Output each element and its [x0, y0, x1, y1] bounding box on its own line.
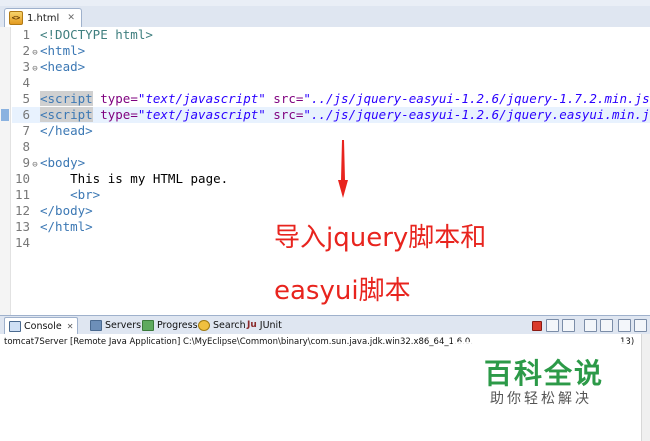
annotation-text-line2: easyui脚本: [274, 276, 411, 306]
line-number: 9: [22, 155, 30, 170]
annotation-arrow: [338, 140, 348, 198]
code-text: <html>: [40, 43, 86, 58]
tab-junit[interactable]: Ju JUnit: [247, 317, 282, 333]
editor-tab-label: 1.html: [27, 12, 60, 24]
code-text: "text/javascript": [137, 107, 266, 122]
pin-console-button[interactable]: [634, 319, 647, 332]
tab-console-label: Console: [24, 320, 62, 332]
code-text: <script: [40, 107, 93, 122]
code-line[interactable]: 10 This is my HTML page.: [12, 171, 650, 187]
console-process-label: tomcat7Server [Remote Java Application] …: [4, 337, 473, 347]
close-icon[interactable]: ✕: [67, 13, 75, 23]
search-icon: [198, 319, 210, 331]
line-number: 13: [14, 219, 30, 234]
occurrence-marker: [1, 109, 9, 121]
code-text: <script: [40, 91, 93, 106]
code-text: type=: [92, 91, 138, 106]
code-line[interactable]: 2 ⊖ <html>: [12, 43, 650, 59]
progress-icon: [142, 319, 154, 331]
html-file-icon: <>: [9, 11, 23, 25]
scroll-lock-button[interactable]: [600, 319, 613, 332]
watermark-title: 百科全说: [484, 357, 605, 390]
code-text: </head>: [40, 123, 93, 138]
code-text: src=: [265, 107, 304, 122]
line-number: 6: [22, 107, 30, 122]
line-number: 11: [14, 187, 30, 202]
code-text: </body>: [40, 203, 93, 218]
code-line[interactable]: 7 </head>: [12, 123, 650, 139]
line-number: 2: [22, 43, 30, 58]
tab-junit-label: JUnit: [259, 319, 282, 331]
code-text: type=: [92, 107, 138, 122]
line-number: 14: [14, 235, 30, 250]
code-line[interactable]: 5 <script type="text/javascript" src="../…: [12, 91, 650, 107]
tab-progress[interactable]: Progress: [142, 317, 198, 333]
code-line[interactable]: 3 ⊖ <head>: [12, 59, 650, 75]
tab-search[interactable]: Search: [198, 317, 246, 333]
code-text: </html>: [40, 219, 93, 234]
clear-console-button[interactable]: [584, 319, 597, 332]
line-number: 4: [22, 75, 30, 90]
code-line[interactable]: 11 <br>: [12, 187, 650, 203]
code-text: "text/javascript": [137, 91, 266, 106]
remove-all-button[interactable]: [562, 319, 575, 332]
arrow-shape: [338, 140, 348, 198]
code-text: <!DOCTYPE html>: [40, 27, 153, 42]
line-number: 3: [22, 59, 30, 74]
line-number: 5: [22, 91, 30, 106]
junit-icon: Ju: [247, 320, 257, 330]
close-icon[interactable]: ✕: [67, 322, 74, 331]
terminate-button[interactable]: [532, 321, 542, 331]
annotation-text-line1: 导入jquery脚本和: [274, 223, 487, 253]
code-text: <head>: [40, 59, 86, 74]
line-number: 8: [22, 139, 30, 154]
code-text: src=: [265, 91, 304, 106]
bottom-panel-tabs: Console ✕ Servers Progress Search Ju JUn…: [0, 315, 650, 335]
tab-servers[interactable]: Servers: [90, 317, 141, 333]
code-line[interactable]: 4: [12, 75, 650, 91]
tab-servers-label: Servers: [105, 319, 142, 331]
tab-console[interactable]: Console ✕: [4, 317, 79, 334]
code-line[interactable]: 8: [12, 139, 650, 155]
code-line-current[interactable]: 6 <script type="text/javascript" src="../…: [12, 107, 650, 123]
code-text: <br>: [40, 187, 101, 202]
code-text: <body>: [40, 155, 86, 170]
code-line[interactable]: 9 ⊖ <body>: [12, 155, 650, 171]
servers-icon: [90, 319, 102, 331]
line-number: 10: [14, 171, 30, 186]
code-text: "../js/jquery-easyui-1.2.6/jquery.easyui…: [303, 107, 650, 122]
code-line[interactable]: 1 <!DOCTYPE html>: [12, 27, 650, 43]
editor-tab-1-html[interactable]: <> 1.html ✕: [4, 8, 82, 27]
tab-progress-label: Progress: [157, 319, 198, 331]
watermark: 百科全说 助你轻松解决: [452, 342, 628, 416]
watermark-subtitle: 助你轻松解决: [490, 391, 592, 407]
console-scrollbar[interactable]: [641, 334, 650, 441]
line-number: 1: [22, 27, 30, 42]
line-number: 7: [22, 123, 30, 138]
code-text: "../js/jquery-easyui-1.2.6/jquery-1.7.2.…: [303, 91, 650, 106]
console-icon: [9, 320, 21, 332]
code-text: This is my HTML page.: [40, 171, 229, 186]
overview-ruler: [0, 27, 11, 315]
display-console-button[interactable]: [618, 319, 631, 332]
remove-launch-button[interactable]: [546, 319, 559, 332]
line-number: 12: [14, 203, 30, 218]
editor-tab-bar: <> 1.html ✕: [0, 6, 650, 28]
tab-search-label: Search: [213, 319, 246, 331]
